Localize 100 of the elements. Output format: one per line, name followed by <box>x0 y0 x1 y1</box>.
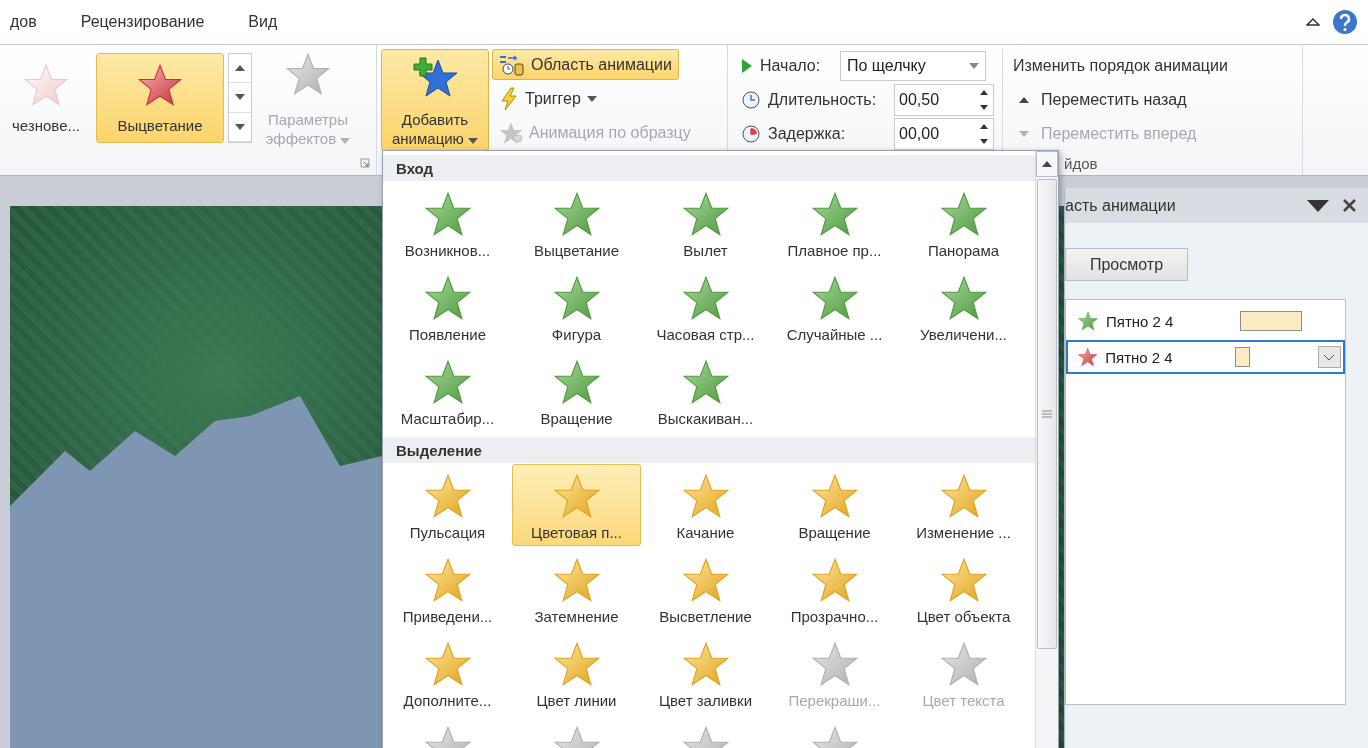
triangle-down-icon <box>1019 131 1029 137</box>
clock-icon <box>742 91 760 109</box>
animation-effect-item[interactable]: Затемнение <box>512 548 641 630</box>
animation-effect-item[interactable]: Плавное пр... <box>770 182 899 264</box>
ribbon-tab[interactable]: Вид <box>248 13 278 31</box>
star-icon <box>1078 347 1098 367</box>
star-brush-icon <box>499 120 523 145</box>
triangle-up-icon <box>1042 161 1052 167</box>
animation-effect-item[interactable]: Дополните... <box>383 632 512 714</box>
animation-item[interactable]: Пятно 2 4 <box>1066 304 1345 338</box>
animation-effect-item[interactable]: Пульсация <box>383 464 512 546</box>
animation-effect-item[interactable]: Цвет линии <box>512 632 641 714</box>
animation-effect-item[interactable]: Часовая стр... <box>641 266 770 348</box>
section-header: Выделение <box>383 437 1035 463</box>
star-icon <box>424 275 471 321</box>
ribbon-button[interactable]: Триггер <box>492 83 604 114</box>
section-header: Вход <box>383 155 1035 181</box>
animation-effect-item[interactable]: Вылет <box>641 182 770 264</box>
animation-effect-item[interactable]: Вращение <box>770 464 899 546</box>
animation-effect-item[interactable]: Панорама <box>899 182 1028 264</box>
star-icon <box>682 359 729 405</box>
dropdown-icon[interactable] <box>1307 199 1329 212</box>
triangle-up-icon <box>235 65 245 72</box>
animation-effect-item[interactable]: Выцветание <box>512 182 641 264</box>
add-animation-button[interactable]: Добавить анимацию <box>381 49 489 151</box>
animation-effect-item[interactable]: Изменение ... <box>899 464 1028 546</box>
spin-arrows-icon[interactable] <box>979 89 989 111</box>
start-dropdown[interactable]: По щелчку <box>840 51 986 81</box>
animation-pane-icon <box>499 53 525 76</box>
animation-effect-item[interactable]: Вращение <box>512 350 641 432</box>
triangle-down-icon <box>235 123 245 130</box>
minimize-ribbon-icon[interactable] <box>1306 17 1320 27</box>
star-icon <box>424 473 471 519</box>
animation-effect-item[interactable]: Увеличени... <box>899 266 1028 348</box>
animation-item[interactable]: Пятно 2 4 <box>1066 340 1345 374</box>
play-icon <box>742 59 752 73</box>
animation-effect-item[interactable]: Качание <box>641 464 770 546</box>
spin-arrows-icon[interactable] <box>979 123 989 145</box>
star-icon <box>811 557 858 603</box>
star-icon <box>940 275 987 321</box>
help-icon[interactable] <box>1332 9 1358 35</box>
star-icon <box>682 275 729 321</box>
scroll-up-button[interactable] <box>1036 151 1058 177</box>
move-back-button[interactable]: Переместить назад <box>1013 83 1228 117</box>
more-button[interactable] <box>229 112 251 142</box>
pane-title: асть анимации <box>1065 196 1176 215</box>
star-icon <box>682 191 729 237</box>
preview-button[interactable]: Просмотр <box>1065 248 1188 281</box>
animation-effect-item[interactable]: Цвет объекта <box>899 548 1028 630</box>
star-icon <box>424 359 471 405</box>
star-icon <box>553 473 600 519</box>
scroll-down-button[interactable] <box>229 83 251 113</box>
animation-effect-item[interactable]: Возникнов... <box>383 182 512 264</box>
star-icon <box>553 557 600 603</box>
delay-spinner[interactable]: 00,00 <box>894 118 994 150</box>
star-icon <box>24 63 68 107</box>
animation-effect-item[interactable]: Выскакиван... <box>641 350 770 432</box>
lightning-icon <box>499 86 519 111</box>
animation-effect-item[interactable]: Высветление <box>641 548 770 630</box>
ribbon-tab[interactable]: Рецензирование <box>80 13 205 31</box>
animation-effect-item[interactable]: Фигура <box>512 266 641 348</box>
triangle-up-icon <box>1019 97 1029 103</box>
animation-effect-item[interactable]: Прозрачно... <box>770 548 899 630</box>
star-icon <box>553 191 600 237</box>
caret-icon <box>586 95 597 102</box>
star-icon <box>553 641 600 687</box>
star-icon <box>682 641 729 687</box>
star-icon <box>811 641 858 687</box>
star-icon <box>424 191 471 237</box>
animation-effect-item[interactable]: Приведени... <box>383 548 512 630</box>
star-icon <box>553 359 600 405</box>
ribbon-tab[interactable]: дов <box>10 13 37 31</box>
scrollbar-thumb[interactable] <box>1037 179 1057 649</box>
star-icon <box>940 641 987 687</box>
star-icon <box>811 473 858 519</box>
dialog-launcher-icon[interactable] <box>360 158 370 168</box>
star-icon <box>811 191 858 237</box>
chevron-down-icon <box>1323 353 1336 361</box>
star-icon <box>424 557 471 603</box>
caret-icon <box>969 63 979 69</box>
effect-gallery-item[interactable]: чезнове... <box>0 53 92 143</box>
animation-effect-item[interactable]: Цвет заливки <box>641 632 770 714</box>
close-icon[interactable] <box>1343 199 1356 212</box>
effect-gallery-item[interactable]: Выцветание <box>96 53 224 143</box>
caret-icon <box>468 138 479 144</box>
animation-effect-item[interactable]: Случайные ... <box>770 266 899 348</box>
star-icon <box>940 557 987 603</box>
star-icon <box>682 557 729 603</box>
star-icon <box>940 191 987 237</box>
ribbon-button[interactable]: Область анимации <box>492 49 679 80</box>
star-icon <box>553 275 600 321</box>
duration-spinner[interactable]: 00,50 <box>894 84 994 116</box>
grip-icon <box>1042 410 1052 418</box>
animation-effect-item[interactable]: Цветовая п... <box>512 464 641 546</box>
group-label: йдов <box>1064 154 1098 172</box>
animation-effect-item[interactable]: Масштабир... <box>383 350 512 432</box>
clock-icon <box>742 125 760 143</box>
animation-effect-item[interactable]: Появление <box>383 266 512 348</box>
star-icon <box>682 473 729 519</box>
star-icon <box>1078 311 1098 331</box>
